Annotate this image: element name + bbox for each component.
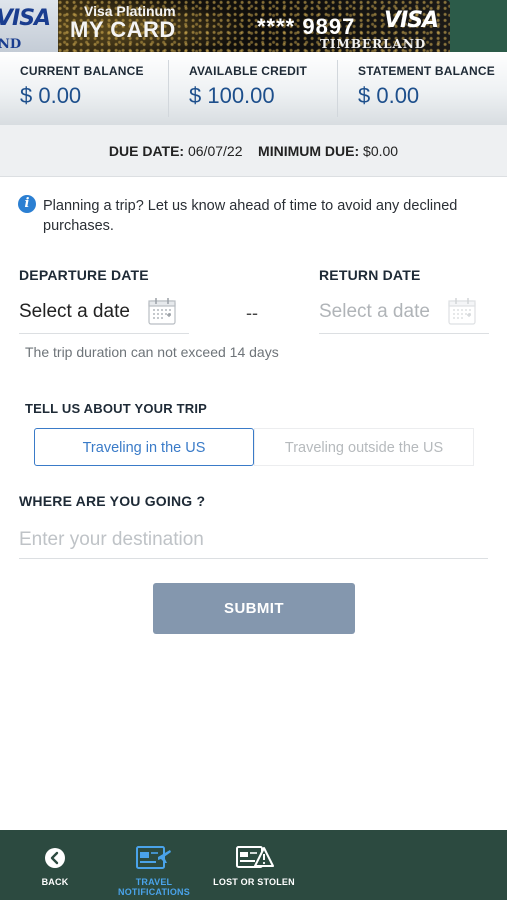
current-balance-label: CURRENT BALANCE bbox=[20, 64, 144, 78]
return-calendar-icon[interactable] bbox=[448, 297, 476, 325]
nav-back-label[interactable]: BACK bbox=[22, 877, 88, 887]
nav-back[interactable]: BACK bbox=[22, 830, 88, 900]
trip-type-label: TELL US ABOUT YOUR TRIP bbox=[25, 401, 208, 416]
minimum-due-label: MINIMUM DUE: bbox=[258, 143, 360, 159]
balance-divider bbox=[337, 60, 338, 117]
balance-divider bbox=[168, 60, 169, 117]
due-summary: DUE DATE: 06/07/22 MINIMUM DUE: $0.00 bbox=[0, 125, 507, 177]
previous-card-issuer: ND bbox=[0, 37, 22, 52]
tab-traveling-outside-us[interactable]: Traveling outside the US bbox=[254, 428, 474, 466]
statement-balance: STATEMENT BALANCE $ 0.00 bbox=[358, 52, 507, 125]
return-date-field[interactable]: Select a date bbox=[319, 297, 489, 334]
nav-lost-or-stolen-label[interactable]: LOST OR STOLEN bbox=[208, 877, 300, 887]
current-balance: CURRENT BALANCE $ 0.00 bbox=[20, 52, 170, 125]
available-credit-label: AVAILABLE CREDIT bbox=[189, 64, 308, 78]
due-summary-text: DUE DATE: 06/07/22 MINIMUM DUE: $0.00 bbox=[0, 143, 507, 159]
nav-travel-notifications-label[interactable]: TRAVEL NOTIFICATIONS bbox=[112, 877, 196, 897]
travel-notifications-icon[interactable] bbox=[136, 845, 172, 870]
statement-balance-label: STATEMENT BALANCE bbox=[358, 64, 495, 78]
tab-traveling-in-us[interactable]: Traveling in the US bbox=[34, 428, 254, 466]
current-card[interactable]: Visa Platinum MY CARD **** 9897 VISA TIM… bbox=[58, 0, 450, 52]
nav-lost-or-stolen[interactable]: LOST OR STOLEN bbox=[208, 830, 300, 900]
due-date-value: 06/07/22 bbox=[187, 143, 243, 159]
departure-date-label: DEPARTURE DATE bbox=[19, 267, 149, 283]
departure-date-value[interactable]: Select a date bbox=[19, 301, 130, 323]
card-name: MY CARD bbox=[70, 17, 176, 42]
departure-date-field[interactable]: Select a date bbox=[19, 297, 189, 334]
card-carousel[interactable]: VISA ND Visa Platinum MY CARD **** 9897 … bbox=[0, 0, 507, 52]
submit-button[interactable]: SUBMIT bbox=[153, 583, 355, 634]
date-range-separator: -- bbox=[246, 303, 258, 323]
info-message: Planning a trip? Let us know ahead of ti… bbox=[43, 198, 458, 234]
back-arrow-icon[interactable] bbox=[44, 847, 66, 869]
balance-summary: CURRENT BALANCE $ 0.00 AVAILABLE CREDIT … bbox=[0, 52, 507, 126]
return-date-label: RETURN DATE bbox=[319, 267, 421, 283]
due-date-label: DUE DATE: bbox=[108, 143, 185, 159]
destination-label: WHERE ARE YOU GOING ? bbox=[19, 493, 206, 509]
bottom-nav: BACK TRAVEL NOTIFICATIONS LOST OR STOLEN bbox=[0, 830, 507, 900]
nav-travel-notifications[interactable]: TRAVEL NOTIFICATIONS bbox=[112, 830, 196, 900]
return-date-value[interactable]: Select a date bbox=[319, 301, 430, 323]
departure-calendar-icon[interactable] bbox=[148, 297, 176, 325]
available-credit-value: $ 100.00 bbox=[189, 83, 275, 108]
minimum-due-value: $0.00 bbox=[363, 143, 399, 159]
statement-balance-value: $ 0.00 bbox=[358, 83, 420, 108]
trip-duration-hint: The trip duration can not exceed 14 days bbox=[25, 344, 279, 360]
current-balance-value: $ 0.00 bbox=[20, 83, 82, 108]
lost-or-stolen-icon[interactable] bbox=[236, 845, 274, 870]
previous-card[interactable]: VISA ND bbox=[0, 0, 58, 52]
destination-input[interactable] bbox=[19, 522, 488, 559]
card-issuer-logo: TIMBERLAND bbox=[320, 37, 427, 51]
available-credit: AVAILABLE CREDIT $ 100.00 bbox=[189, 52, 339, 125]
previous-card-brand: VISA bbox=[0, 6, 51, 31]
card-brand-logo: VISA bbox=[384, 8, 439, 33]
next-card[interactable] bbox=[450, 0, 507, 52]
info-circle-icon: i bbox=[18, 195, 36, 213]
